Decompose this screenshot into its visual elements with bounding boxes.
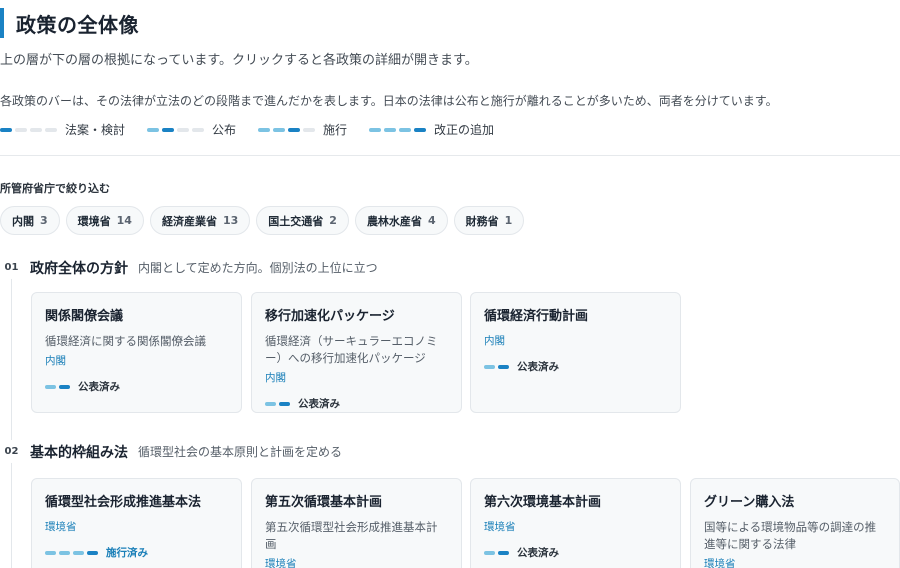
chip-count: 4	[427, 214, 436, 227]
card-ministry: 環境省	[45, 521, 77, 533]
filter-label: 所管府省庁で絞り込む	[0, 182, 110, 195]
card-status: 施行済み	[45, 545, 228, 560]
policy-card-action-plan[interactable]: 循環経済行動計画 内閣 公表済み	[470, 292, 681, 413]
section-number: 02	[0, 440, 23, 463]
policy-card-green-purchasing[interactable]: グリーン購入法 国等による環境物品等の調達の推進等に関する法律 環境省	[690, 478, 900, 568]
section-subtitle: 内閣として定めた方向。個別法の上位に立つ	[138, 261, 378, 275]
card-ministry: 環境省	[265, 558, 297, 568]
policy-card-acceleration-package[interactable]: 移行加速化パッケージ 循環経済（サーキュラーエコノミー）への移行加速化パッケージ…	[251, 292, 462, 413]
stage-legend: 法案・検討 公布 施行 改正の追加	[0, 121, 516, 138]
stage-bar	[484, 364, 509, 369]
card-status: 公表済み	[265, 396, 448, 411]
stage-bar	[484, 550, 509, 555]
card-description: 循環経済（サーキュラーエコノミー）への移行加速化パッケージ	[265, 334, 438, 365]
policy-card-cabinet-meeting[interactable]: 関係閣僚会議 循環経済に関する関係閣僚会議 内閣 公表済み	[31, 292, 242, 413]
section-title: 基本的枠組み法	[30, 444, 128, 461]
page-header: 政策の全体像	[0, 8, 139, 38]
stage-bar	[45, 384, 70, 389]
legend-label: 改正の追加	[434, 123, 495, 137]
policy-card-sixth-plan[interactable]: 第六次環境基本計画 環境省 公表済み	[470, 478, 681, 568]
stage-bar	[45, 550, 98, 555]
chip-count: 13	[222, 214, 239, 227]
section-number: 01	[0, 256, 23, 279]
legend-bar	[147, 127, 205, 132]
timeline-line	[11, 270, 12, 568]
policy-card-basic-act[interactable]: 循環型社会形成推進基本法 環境省 施行済み	[31, 478, 242, 568]
card-title: 関係閣僚会議	[45, 309, 124, 324]
section-header-02: 02 基本的枠組み法 循環型社会の基本原則と計画を定める	[0, 440, 342, 463]
chip-count: 2	[329, 214, 337, 227]
status-label: 施行済み	[106, 547, 148, 559]
chip-label: 内閣	[12, 214, 34, 228]
status-label: 公表済み	[517, 547, 559, 559]
card-title: 移行加速化パッケージ	[265, 309, 395, 324]
ministry-filter-chips: 内閣 3 環境省 14 経済産業省 13 国土交通省 2 農林水産省 4 財務省 1	[0, 206, 525, 235]
card-title: 第五次循環基本計画	[265, 495, 383, 510]
section-subtitle: 循環型社会の基本原則と計画を定める	[138, 445, 343, 459]
card-title: 循環型社会形成推進基本法	[45, 495, 202, 510]
chip-label: 経済産業省	[161, 214, 217, 228]
legend-label: 公布	[212, 123, 237, 137]
filter-chip-maff[interactable]: 農林水産省 4	[354, 206, 448, 235]
legend-bar	[0, 127, 57, 132]
card-ministry: 環境省	[484, 521, 516, 533]
legend-item-bill: 法案・検討	[0, 121, 125, 138]
filter-chip-mlit[interactable]: 国土交通省 2	[256, 206, 349, 235]
section-title: 政府全体の方針	[30, 260, 128, 277]
legend-item-enforcement: 施行	[258, 121, 347, 138]
chip-label: 国土交通省	[268, 214, 324, 228]
filter-chip-mof[interactable]: 財務省 1	[453, 206, 525, 235]
status-label: 公表済み	[298, 398, 340, 410]
card-description: 第五次循環型社会形成推進基本計画	[265, 520, 438, 551]
legend-item-promulgation: 公布	[147, 121, 236, 138]
description-text: 各政策のバーは、その法律が立法のどの段階まで進んだかを表します。日本の法律は公布…	[0, 94, 778, 108]
policy-card-fifth-plan[interactable]: 第五次循環基本計画 第五次循環型社会形成推進基本計画 環境省	[251, 478, 462, 568]
status-label: 公表済み	[78, 381, 120, 393]
filter-chip-meti[interactable]: 経済産業省 13	[149, 206, 251, 235]
chip-count: 1	[504, 214, 513, 227]
legend-bar	[258, 127, 316, 132]
filter-chip-env[interactable]: 環境省 14	[65, 206, 144, 235]
legend-bar	[369, 127, 427, 132]
stage-bar	[265, 401, 290, 406]
card-description: 国等による環境物品等の調達の推進等に関する法律	[704, 520, 877, 551]
chip-count: 3	[40, 214, 48, 227]
card-status: 公表済み	[484, 359, 667, 374]
card-ministry: 環境省	[704, 558, 736, 568]
chip-label: 財務省	[465, 214, 499, 228]
card-status: 公表済み	[484, 545, 667, 560]
section-header-01: 01 政府全体の方針 内閣として定めた方向。個別法の上位に立つ	[0, 256, 378, 279]
card-ministry: 内閣	[45, 355, 66, 367]
card-ministry: 内閣	[265, 372, 286, 384]
card-description: 循環経済に関する関係閣僚会議	[45, 334, 206, 348]
page-title: 政策の全体像	[16, 12, 139, 37]
chip-label: 農林水産省	[366, 214, 422, 228]
card-title: 循環経済行動計画	[484, 309, 589, 324]
status-label: 公表済み	[517, 361, 559, 373]
chip-count: 14	[116, 214, 132, 227]
card-title: グリーン購入法	[704, 495, 795, 510]
card-status: 公表済み	[45, 379, 228, 394]
title-accent-bar	[0, 8, 4, 38]
card-title: 第六次環境基本計画	[484, 495, 602, 510]
filter-chip-cabinet[interactable]: 内閣 3	[0, 206, 60, 235]
legend-label: 法案・検討	[65, 123, 126, 137]
divider	[0, 155, 900, 156]
chip-label: 環境省	[77, 214, 111, 228]
legend-item-amendment: 改正の追加	[369, 121, 494, 138]
legend-label: 施行	[323, 123, 348, 137]
intro-text: 上の層が下の層の根拠になっています。クリックすると各政策の詳細が開きます。	[0, 53, 478, 68]
card-ministry: 内閣	[484, 335, 505, 347]
